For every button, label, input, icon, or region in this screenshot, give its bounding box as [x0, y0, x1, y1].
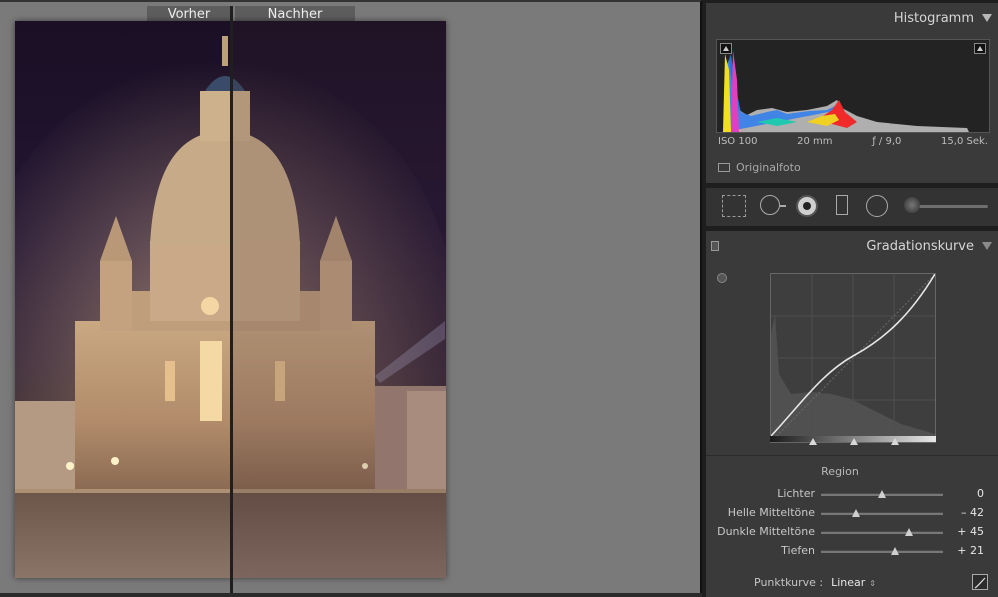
focal-length-value: 20 mm — [797, 136, 833, 147]
lights-slider[interactable] — [821, 509, 943, 517]
slider-value[interactable]: + 21 — [944, 544, 984, 557]
histogram-plot — [723, 50, 969, 132]
spot-removal-arrow-icon — [780, 205, 786, 207]
photo-compare-area: Vorher Nachher — [0, 0, 702, 597]
point-curve-label: Punktkurve : — [754, 576, 824, 589]
original-photo-toggle[interactable]: Originalfoto — [718, 161, 801, 174]
tool-strip — [706, 188, 998, 226]
spot-removal-icon[interactable] — [760, 195, 780, 215]
target-adjust-icon[interactable] — [717, 273, 727, 283]
curve-edit-glyph — [974, 577, 986, 589]
split-handle-highlights[interactable] — [891, 438, 899, 445]
tone-curve-panel: Gradationskurve Region Lichter 0 Helle M… — [706, 231, 998, 597]
shutter-value: 15,0 Sek. — [941, 136, 988, 147]
tone-curve-graph[interactable] — [770, 273, 936, 443]
collapse-triangle-icon[interactable] — [982, 14, 992, 22]
point-curve-select[interactable]: Punktkurve : Linear ⇕ — [754, 576, 876, 589]
slider-row-highlights: Lichter 0 — [706, 485, 998, 503]
histogram-title: Histogramm — [893, 10, 974, 26]
slider-label: Dunkle Mitteltöne — [717, 525, 815, 538]
histogram-header[interactable]: Histogramm — [706, 3, 998, 33]
shadow-clipping-icon[interactable] — [720, 43, 732, 54]
histogram-graph[interactable] — [716, 39, 990, 133]
panel-toggle-icon[interactable] — [711, 241, 719, 251]
filmstrip-edge — [0, 593, 702, 597]
aperture-value: ƒ / 9,0 — [872, 136, 902, 147]
slider-value[interactable]: – 42 — [944, 506, 984, 519]
highlight-clipping-icon[interactable] — [974, 43, 986, 54]
slider-row-lights: Helle Mitteltöne – 42 — [706, 504, 998, 522]
adjustment-brush-icon[interactable] — [904, 197, 920, 213]
slider-thumb[interactable] — [878, 490, 886, 498]
tone-curve-plot — [771, 274, 935, 442]
darks-slider[interactable] — [821, 528, 943, 536]
original-photo-label: Originalfoto — [736, 161, 801, 174]
histogram-panel: Histogramm ISO 100 20 mm ƒ / 9,0 15,0 Se… — [706, 3, 998, 183]
slider-label: Tiefen — [781, 544, 815, 557]
slider-thumb[interactable] — [852, 509, 861, 517]
slider-value[interactable]: + 45 — [944, 525, 984, 538]
original-photo-checkbox[interactable] — [718, 163, 730, 172]
split-handle-shadows[interactable] — [809, 438, 817, 445]
compare-split-line[interactable] — [230, 6, 233, 594]
slider-row-darks: Dunkle Mitteltöne + 45 — [706, 523, 998, 541]
curve-edit-icon[interactable] — [972, 574, 988, 590]
slider-value[interactable]: 0 — [944, 487, 984, 500]
region-title: Region — [821, 465, 859, 478]
tone-curve-header[interactable]: Gradationskurve — [706, 231, 998, 261]
slider-thumb[interactable] — [905, 528, 914, 536]
develop-right-panel: Histogramm ISO 100 20 mm ƒ / 9,0 15,0 Se… — [703, 0, 998, 597]
split-handle-midtones[interactable] — [850, 438, 858, 445]
radial-filter-icon[interactable] — [866, 195, 888, 217]
tone-curve-title: Gradationskurve — [866, 238, 974, 254]
slider-thumb[interactable] — [890, 547, 899, 555]
select-arrows-icon: ⇕ — [869, 579, 876, 588]
slider-row-shadows: Tiefen + 21 — [706, 542, 998, 560]
red-eye-icon[interactable] — [796, 195, 818, 217]
slider-label: Lichter — [777, 487, 815, 500]
after-side-tint — [233, 21, 446, 578]
crop-icon[interactable] — [722, 195, 746, 217]
collapse-triangle-icon[interactable] — [982, 242, 992, 250]
section-divider — [706, 455, 998, 456]
slider-label: Helle Mitteltöne — [727, 506, 815, 519]
brush-slider-track — [912, 205, 988, 208]
iso-value: ISO 100 — [718, 136, 758, 147]
highlights-slider[interactable] — [821, 490, 943, 498]
point-curve-value[interactable]: Linear — [831, 576, 865, 589]
graduated-filter-icon[interactable] — [836, 195, 848, 215]
histogram-exif: ISO 100 20 mm ƒ / 9,0 15,0 Sek. — [716, 136, 990, 147]
shadows-slider[interactable] — [821, 547, 943, 555]
